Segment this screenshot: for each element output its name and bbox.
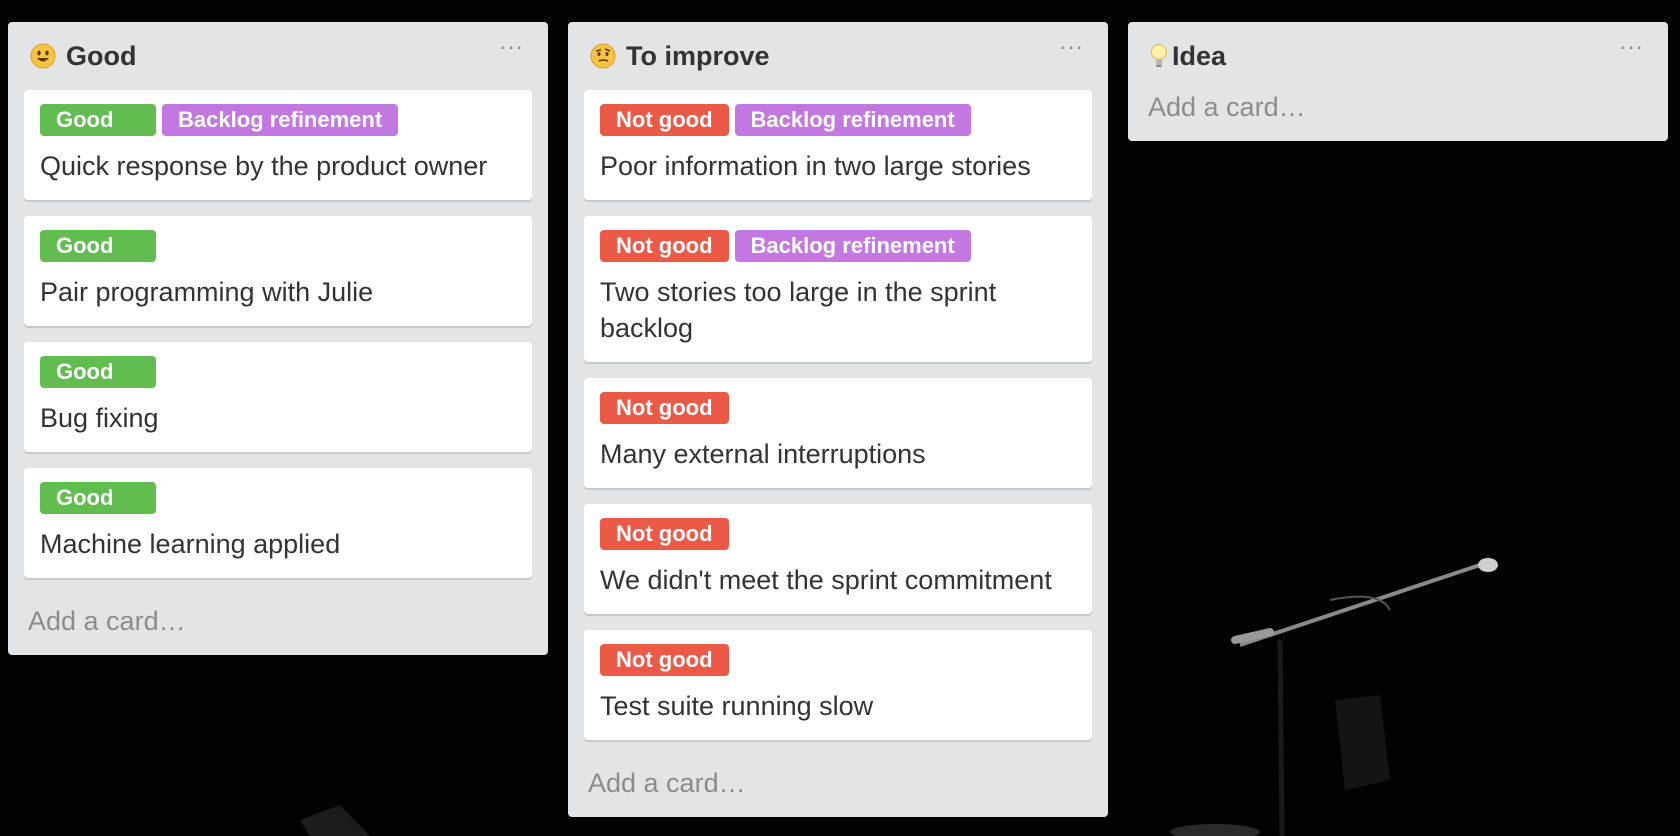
label-backlog-refinement: Backlog refinement xyxy=(162,104,399,136)
card-title: Bug fixing xyxy=(40,403,159,433)
card-title: Machine learning applied xyxy=(40,529,341,559)
add-card-button[interactable]: Add a card… xyxy=(24,594,532,655)
add-card-button[interactable]: Add a card… xyxy=(584,756,1092,817)
label-good: Good xyxy=(40,230,156,262)
label-not-good: Not good xyxy=(600,104,729,136)
label-backlog-refinement: Backlog refinement xyxy=(734,104,971,136)
card-title: Many external interruptions xyxy=(600,439,926,469)
card[interactable]: Good Bug fixing xyxy=(24,342,532,452)
thinking-face-icon xyxy=(590,43,616,69)
list-to-improve: To improve ··· Not good Backlog refineme… xyxy=(568,22,1108,817)
list-header[interactable]: Good ··· xyxy=(24,22,532,90)
card[interactable]: Not good Test suite running slow xyxy=(584,630,1092,740)
card-title: Test suite running slow xyxy=(600,691,874,721)
ellipsis-icon[interactable]: ··· xyxy=(499,36,524,58)
card-labels: Not good xyxy=(600,392,1076,424)
card-title: Poor information in two large stories xyxy=(600,151,1031,181)
list-good: Good ··· Good Backlog refinement Quick r… xyxy=(8,22,548,655)
card-labels: Not good Backlog refinement xyxy=(600,230,1076,262)
smiley-face-icon xyxy=(30,43,56,69)
card[interactable]: Good Backlog refinement Quick response b… xyxy=(24,90,532,200)
label-not-good: Not good xyxy=(600,518,729,550)
card[interactable]: Good Pair programming with Julie xyxy=(24,216,532,326)
label-not-good: Not good xyxy=(600,644,729,676)
card-labels: Good xyxy=(40,482,516,514)
card-labels: Not good xyxy=(600,644,1076,676)
label-not-good: Not good xyxy=(600,392,729,424)
card-labels: Not good Backlog refinement xyxy=(600,104,1076,136)
list-idea: Idea ··· Add a card… xyxy=(1128,22,1668,141)
card-labels: Not good xyxy=(600,518,1076,550)
label-good: Good xyxy=(40,104,156,136)
card-title: Quick response by the product owner xyxy=(40,151,488,181)
ellipsis-icon[interactable]: ··· xyxy=(1059,36,1084,58)
card[interactable]: Not good Many external interruptions xyxy=(584,378,1092,488)
card-title: Pair programming with Julie xyxy=(40,277,374,307)
add-card-button[interactable]: Add a card… xyxy=(1144,90,1652,141)
label-good: Good xyxy=(40,356,156,388)
list-title: Good xyxy=(66,40,137,71)
list-title: To improve xyxy=(626,40,770,71)
card[interactable]: Not good We didn't meet the sprint commi… xyxy=(584,504,1092,614)
card[interactable]: Not good Backlog refinement Poor informa… xyxy=(584,90,1092,200)
board: Good ··· Good Backlog refinement Quick r… xyxy=(0,0,1680,836)
card-labels: Good xyxy=(40,230,516,262)
card-labels: Good Backlog refinement xyxy=(40,104,516,136)
label-good: Good xyxy=(40,482,156,514)
card[interactable]: Good Machine learning applied xyxy=(24,468,532,578)
card-title: Two stories too large in the sprint back… xyxy=(600,277,997,343)
card-title: We didn't meet the sprint commitment xyxy=(600,565,1052,595)
list-header[interactable]: To improve ··· xyxy=(584,22,1092,90)
card[interactable]: Not good Backlog refinement Two stories … xyxy=(584,216,1092,362)
card-labels: Good xyxy=(40,356,516,388)
label-backlog-refinement: Backlog refinement xyxy=(734,230,971,262)
list-header[interactable]: Idea ··· xyxy=(1144,22,1652,90)
list-title: Idea xyxy=(1172,40,1227,71)
label-not-good: Not good xyxy=(600,230,729,262)
lightbulb-icon xyxy=(1150,43,1168,69)
ellipsis-icon[interactable]: ··· xyxy=(1619,36,1644,58)
